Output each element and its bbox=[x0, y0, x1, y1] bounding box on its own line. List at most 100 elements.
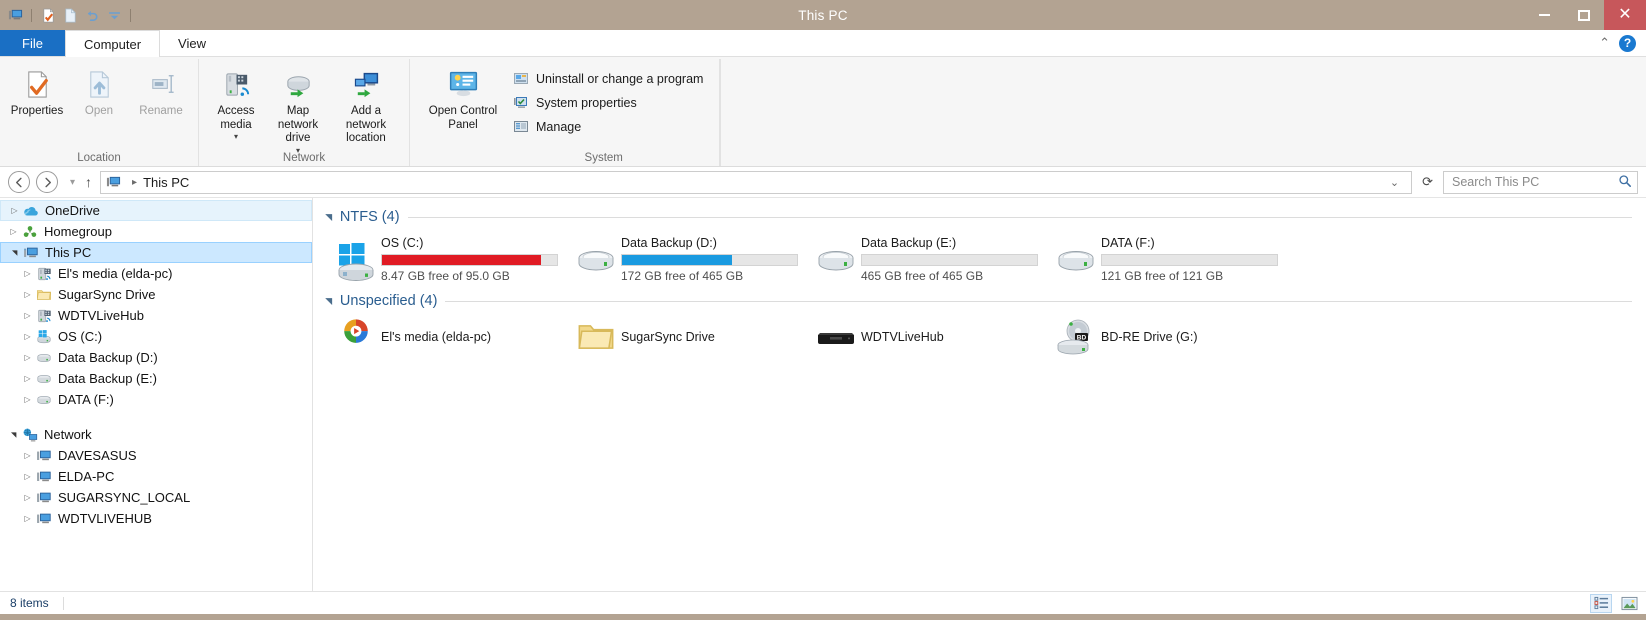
collapse-ribbon-icon[interactable]: ⌃ bbox=[1599, 35, 1610, 51]
access-media-dropdown-icon[interactable]: ▾ bbox=[234, 132, 238, 141]
tile-body: BD-RE Drive (G:) bbox=[1101, 330, 1279, 344]
open-control-panel-button[interactable]: Open Control Panel bbox=[424, 62, 502, 132]
chevron-right-icon[interactable]: ▷ bbox=[20, 269, 35, 278]
drive-tile[interactable]: BD BD-RE Drive (G:) bbox=[1043, 314, 1283, 360]
sidebar-item-homegroup[interactable]: ▷ Homegroup bbox=[0, 221, 312, 242]
sidebar-item-this-pc[interactable]: ◢ This PC bbox=[0, 242, 312, 263]
qat-separator-2 bbox=[130, 8, 131, 22]
chevron-right-icon[interactable]: ▷ bbox=[20, 311, 35, 320]
system-properties-button[interactable]: System properties bbox=[510, 92, 709, 113]
sidebar-item-sugarsync-local[interactable]: ▷ SUGARSYNC_LOCAL bbox=[0, 487, 312, 508]
tab-view[interactable]: View bbox=[160, 30, 224, 56]
large-icons-view-button[interactable] bbox=[1618, 594, 1640, 613]
file-list-view[interactable]: ◢ NTFS (4) OS (C:) 8.47 GB free of 95.0 GB D… bbox=[313, 198, 1646, 591]
sidebar-item-el-s-media-elda-pc[interactable]: ▷ El's media (elda-pc) bbox=[0, 263, 312, 284]
chevron-right-icon[interactable]: ▷ bbox=[20, 353, 35, 362]
drive-tile[interactable]: SugarSync Drive bbox=[563, 314, 803, 360]
sidebar-item-os-c[interactable]: ▷ OS (C:) bbox=[0, 326, 312, 347]
group-header-rule bbox=[407, 216, 1632, 218]
tab-file[interactable]: File bbox=[0, 30, 65, 56]
drive-tile[interactable]: DATA (F:) 121 GB free of 121 GB bbox=[1043, 230, 1283, 286]
refresh-icon[interactable]: ⟳ bbox=[1416, 174, 1443, 190]
breadcrumb-this-pc[interactable]: This PC bbox=[143, 175, 189, 190]
search-icon[interactable] bbox=[1618, 174, 1632, 191]
access-media-button[interactable]: Access media ▾ bbox=[205, 62, 267, 142]
chevron-right-icon[interactable]: ▷ bbox=[20, 332, 35, 341]
folder-icon bbox=[571, 317, 621, 357]
chevron-right-icon[interactable]: ▷ bbox=[6, 227, 21, 236]
windows-drive-icon bbox=[35, 328, 52, 345]
sidebar-item-elda-pc[interactable]: ▷ ELDA-PC bbox=[0, 466, 312, 487]
chevron-right-icon[interactable]: ▷ bbox=[7, 206, 22, 215]
sidebar-item-onedrive[interactable]: ▷ OneDrive bbox=[0, 200, 312, 221]
chevron-down-icon[interactable]: ◢ bbox=[11, 245, 19, 260]
search-input[interactable]: Search This PC bbox=[1443, 170, 1638, 194]
open-icon[interactable] bbox=[60, 5, 80, 25]
title-bar: This PC ✕ bbox=[0, 0, 1646, 30]
group-header[interactable]: ◢ NTFS (4) bbox=[323, 206, 1646, 228]
chevron-right-icon[interactable]: ▷ bbox=[20, 395, 35, 404]
help-icon[interactable]: ? bbox=[1619, 34, 1636, 52]
drive-tile[interactable]: El's media (elda-pc) bbox=[323, 314, 563, 360]
forward-button[interactable] bbox=[36, 171, 58, 193]
breadcrumb[interactable]: ▸ This PC ⌄ bbox=[100, 170, 1413, 194]
drive-tile[interactable]: WDTVLiveHub bbox=[803, 314, 1043, 360]
rename-button[interactable]: Rename bbox=[130, 62, 192, 119]
chevron-right-icon[interactable]: ▷ bbox=[20, 472, 35, 481]
sidebar-item-data-backup-e[interactable]: ▷ Data Backup (E:) bbox=[0, 368, 312, 389]
recent-locations-icon[interactable]: ▾ bbox=[64, 177, 81, 188]
sidebar-item-network[interactable]: ◢ Network bbox=[0, 424, 312, 445]
chevron-right-icon[interactable]: ▷ bbox=[20, 514, 35, 523]
capacity-bar-fill bbox=[382, 255, 542, 265]
uninstall-program-button[interactable]: Uninstall or change a program bbox=[510, 68, 709, 89]
add-network-location-button[interactable]: Add a network location bbox=[329, 62, 403, 146]
tab-computer[interactable]: Computer bbox=[64, 30, 161, 57]
sidebar-item-wdtvlivehub[interactable]: ▷ WDTVLIVEHUB bbox=[0, 508, 312, 529]
open-button[interactable]: Open bbox=[68, 62, 130, 119]
breadcrumb-actions: ⌄ bbox=[1382, 176, 1407, 189]
drive-tile[interactable]: OS (C:) 8.47 GB free of 95.0 GB bbox=[323, 230, 563, 286]
sidebar-item-sugarsync-drive[interactable]: ▷ SugarSync Drive bbox=[0, 284, 312, 305]
back-button[interactable] bbox=[8, 171, 30, 193]
properties-icon[interactable] bbox=[38, 5, 58, 25]
maximize-button[interactable] bbox=[1564, 0, 1604, 30]
previous-locations-icon[interactable]: ⌄ bbox=[1382, 176, 1407, 189]
map-network-drive-button[interactable]: Map network drive ▾ bbox=[267, 62, 329, 155]
ribbon-group-location-label: Location bbox=[77, 152, 121, 164]
open-icon bbox=[84, 66, 115, 102]
sidebar-item-data-f[interactable]: ▷ DATA (F:) bbox=[0, 389, 312, 410]
details-view-button[interactable] bbox=[1590, 593, 1612, 613]
capacity-label: 8.47 GB free of 95.0 GB bbox=[381, 269, 510, 283]
breadcrumb-separator-icon: ▸ bbox=[132, 176, 138, 188]
drive-tile[interactable]: Data Backup (D:) 172 GB free of 465 GB bbox=[563, 230, 803, 286]
qat-separator-1 bbox=[31, 8, 32, 22]
chevron-right-icon[interactable]: ▷ bbox=[20, 451, 35, 460]
sidebar-item-label: WDTVLIVEHUB bbox=[58, 511, 152, 526]
file-explorer-window: This PC ✕ File Computer View ⌃ ? Propert… bbox=[0, 0, 1646, 620]
close-button[interactable]: ✕ bbox=[1604, 0, 1646, 30]
sidebar-item-davesasus[interactable]: ▷ DAVESASUS bbox=[0, 445, 312, 466]
properties-button[interactable]: Properties bbox=[6, 62, 68, 119]
chevron-right-icon[interactable]: ▷ bbox=[20, 290, 35, 299]
up-one-level-icon[interactable]: ↑ bbox=[81, 174, 100, 190]
chevron-right-icon[interactable]: ▷ bbox=[20, 493, 35, 502]
chevron-down-icon[interactable]: ◢ bbox=[10, 427, 18, 442]
customize-dropdown-icon[interactable] bbox=[104, 5, 124, 25]
this-pc-icon[interactable] bbox=[5, 5, 25, 25]
navigation-pane: ▷ OneDrive ▷ Homegroup ◢ This PC ▷ El's media (… bbox=[0, 198, 313, 591]
group-header[interactable]: ◢ Unspecified (4) bbox=[323, 290, 1646, 312]
minimize-button[interactable] bbox=[1524, 0, 1564, 30]
sidebar-item-data-backup-d[interactable]: ▷ Data Backup (D:) bbox=[0, 347, 312, 368]
sidebar-item-wdtvlivehub[interactable]: ▷ WDTVLiveHub bbox=[0, 305, 312, 326]
capacity-bar bbox=[1101, 254, 1278, 266]
this-pc-icon bbox=[106, 175, 121, 190]
chevron-down-icon[interactable]: ◢ bbox=[323, 298, 334, 305]
tile-label: SugarSync Drive bbox=[621, 330, 715, 344]
tile-label: OS (C:) bbox=[381, 236, 424, 250]
manage-button[interactable]: Manage bbox=[510, 116, 709, 137]
drive-icon bbox=[35, 391, 52, 408]
drive-tile[interactable]: Data Backup (E:) 465 GB free of 465 GB bbox=[803, 230, 1043, 286]
chevron-right-icon[interactable]: ▷ bbox=[20, 374, 35, 383]
chevron-down-icon[interactable]: ◢ bbox=[323, 214, 334, 221]
undo-icon[interactable] bbox=[82, 5, 102, 25]
